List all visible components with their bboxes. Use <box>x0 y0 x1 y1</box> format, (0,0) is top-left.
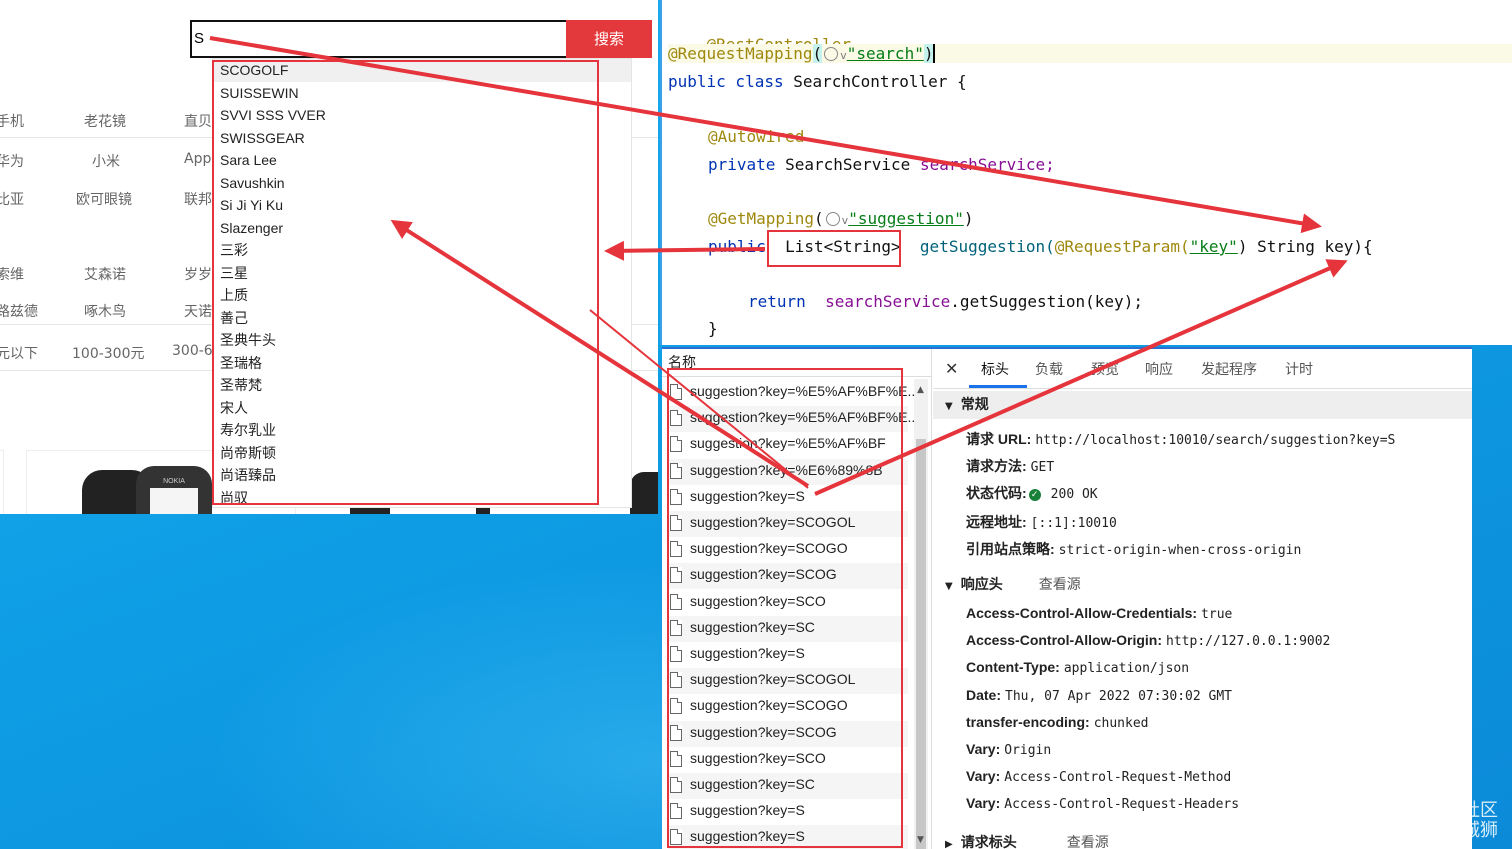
arrow-input-to-request <box>589 309 809 489</box>
arrow-request-to-suggestions <box>390 219 810 488</box>
arrow-returntype-to-suggestions <box>604 240 766 261</box>
arrow-input-to-controller <box>209 36 1322 234</box>
arrow-request-to-param <box>814 259 1348 496</box>
annotation-arrows <box>209 36 1348 496</box>
watermark-line: CSDN @Code攻城狮 <box>1322 820 1498 841</box>
watermark-line: @稀土掘金技术社区 <box>1336 800 1498 821</box>
watermark: @稀土掘金技术社区 CSDN @Code攻城狮 <box>1323 801 1498 841</box>
